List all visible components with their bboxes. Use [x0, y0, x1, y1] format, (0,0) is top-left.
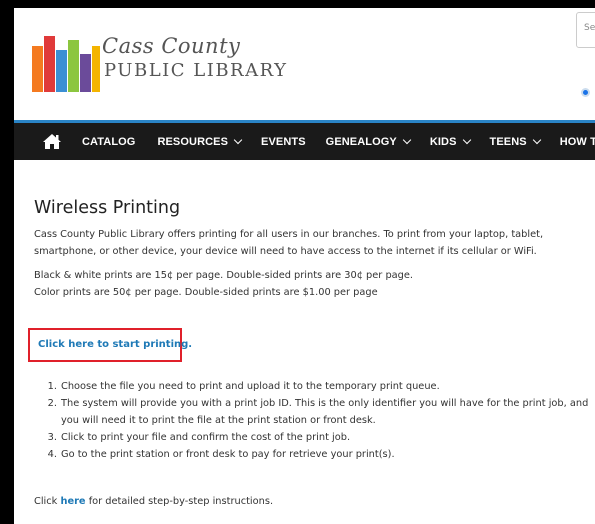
list-item: 2. The system will provide you with a pr… [34, 395, 594, 429]
price-bw-text: Black & white prints are 15¢ per page. D… [34, 270, 414, 281]
nav-teens[interactable]: TEENS [489, 123, 541, 160]
step-number: 4. [47, 449, 57, 460]
instructions-line: Click here for detailed step-by-step ins… [34, 496, 273, 507]
main-content: Wireless Printing Cass County Public Lib… [28, 198, 594, 507]
logo-bar-orange [32, 46, 43, 92]
nav-item-label: CATALOG [82, 135, 136, 148]
intro-text: Cass County Public Library offers printi… [34, 229, 544, 257]
nav-how-to[interactable]: HOW TO... [560, 123, 595, 160]
nav-kids[interactable]: KIDS [429, 123, 471, 160]
logo-title: Cass County [102, 34, 241, 58]
site-header: Cass County PUBLIC LIBRARY Se [14, 8, 595, 116]
page-title: Wireless Printing [34, 198, 181, 218]
nav-item-label: TEENS [489, 135, 527, 148]
search-input[interactable]: Se [576, 12, 595, 48]
price-color-text: Color prints are 50¢ per page. Double-si… [34, 287, 378, 298]
home-icon[interactable] [42, 133, 62, 150]
step-text: The system will provide you with a print… [61, 398, 589, 426]
nav-item-label: GENEALOGY [325, 135, 397, 148]
step-number: 1. [47, 381, 57, 392]
nav-events[interactable]: EVENTS [261, 123, 306, 160]
list-item: 1. Choose the file you need to print and… [34, 378, 594, 395]
language-radio[interactable] [581, 88, 590, 97]
list-item: 3. Click to print your file and confirm … [34, 429, 594, 446]
logo-bar-yellow [92, 46, 100, 92]
cta-highlight-box: Click here to start printing. [28, 328, 192, 362]
nav-item-label: RESOURCES [157, 135, 229, 148]
nav-catalog[interactable]: CATALOG [82, 123, 135, 160]
nav-resources[interactable]: RESOURCES [157, 123, 243, 160]
chevron-down-icon [402, 135, 412, 144]
instructions-prefix: Click [34, 496, 61, 507]
logo-subtitle: PUBLIC LIBRARY [104, 60, 288, 81]
chevron-down-icon [233, 135, 243, 144]
instructions-suffix: for detailed step-by-step instructions. [85, 496, 274, 507]
step-text: Click to print your file and confirm the… [61, 432, 351, 443]
nav-item-label: EVENTS [261, 135, 306, 148]
nav-item-label: HOW TO... [559, 135, 595, 148]
browser-page: Cass County PUBLIC LIBRARY Se CATALOG RE… [14, 8, 595, 524]
main-nav: CATALOG RESOURCES EVENTS GENEALOGY KIDS … [14, 120, 595, 160]
instructions-here-link[interactable]: here [60, 496, 85, 507]
chevron-down-icon [532, 135, 541, 144]
step-text: Go to the print station or front desk to… [61, 449, 395, 460]
logo-bar-blue [56, 50, 67, 92]
logo-bar-green [68, 40, 79, 92]
chevron-down-icon [462, 135, 471, 144]
step-number: 3. [47, 432, 57, 443]
nav-genealogy[interactable]: GENEALOGY [325, 123, 412, 160]
library-logo[interactable]: Cass County PUBLIC LIBRARY [32, 32, 286, 92]
logo-bar-purple [80, 54, 91, 92]
list-item: 4. Go to the print station or front desk… [34, 446, 594, 463]
step-number: 2. [47, 398, 57, 409]
steps-list: 1. Choose the file you need to print and… [34, 378, 594, 463]
start-printing-link[interactable]: Click here to start printing. [38, 339, 192, 350]
logo-bars-icon [32, 36, 100, 92]
step-text: Choose the file you need to print and up… [61, 381, 440, 392]
logo-bar-red [44, 36, 55, 92]
nav-item-label: KIDS [429, 135, 457, 148]
